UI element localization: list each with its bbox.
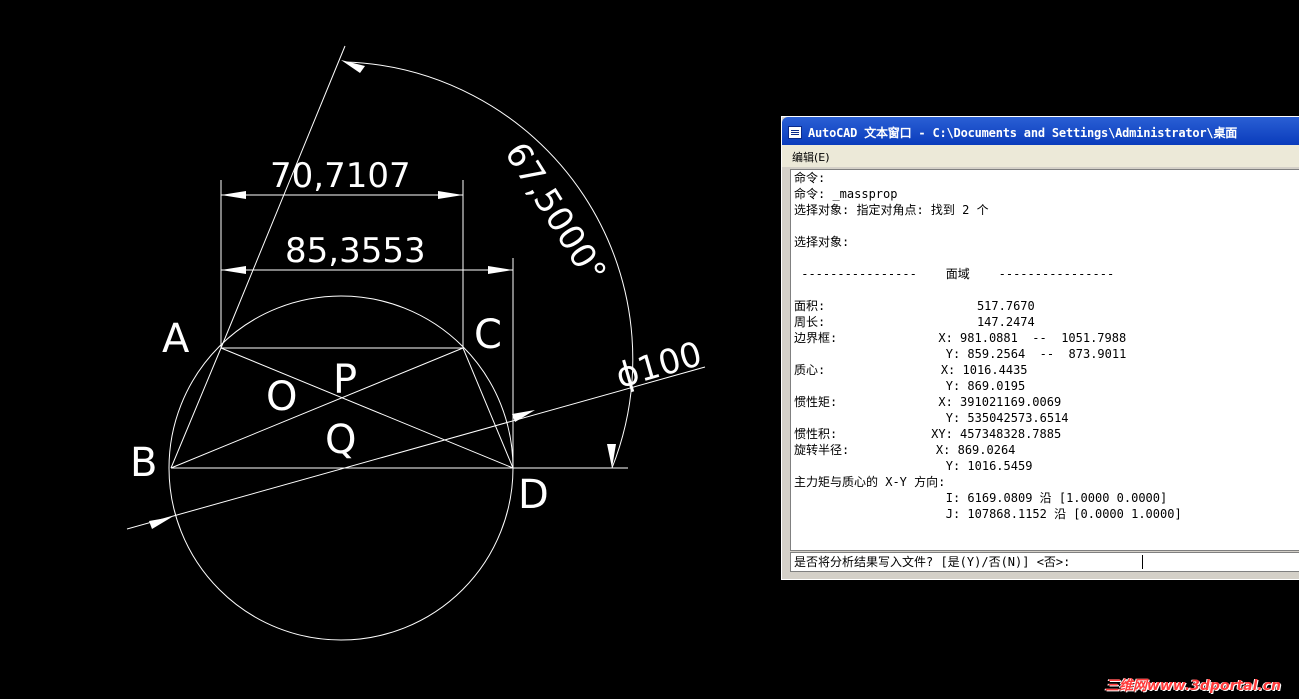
history-line: Y: 1016.5459 <box>794 459 1033 473</box>
diagonal-AD <box>220 347 514 469</box>
point-label-d: D <box>518 472 549 518</box>
point-label-b: B <box>130 440 157 486</box>
watermark: 三维网www.3dportal.cn <box>1104 678 1281 694</box>
window-menu-icon[interactable] <box>788 126 802 139</box>
point-label-a: A <box>162 316 190 362</box>
point-label-o: O <box>266 374 297 420</box>
geometry <box>126 45 706 641</box>
dim-text-top: 70,7107 <box>270 156 411 196</box>
history-line: 选择对象: <box>794 235 850 249</box>
command-line-input[interactable]: 是否将分析结果写入文件? [是(Y)/否(N)] <否>: <box>790 552 1299 572</box>
point-label-c: C <box>474 312 502 358</box>
arrowheads <box>149 60 616 529</box>
title-bar[interactable]: AutoCAD 文本窗口 - C:\Documents and Settings… <box>782 117 1299 145</box>
autocad-text-window[interactable]: AutoCAD 文本窗口 - C:\Documents and Settings… <box>781 116 1299 580</box>
menu-edit[interactable]: 编辑(E) <box>792 149 830 165</box>
history-line: 选择对象: 指定对角点: 找到 2 个 <box>794 203 989 217</box>
window-title: AutoCAD 文本窗口 - C:\Documents and Settings… <box>808 126 1238 140</box>
history-line: 主力矩与质心的 X-Y 方向: <box>794 475 946 489</box>
history-line: 惯性矩: X: 391021169.0069 <box>794 395 1062 409</box>
diameter-dim-line <box>126 366 706 530</box>
command-prompt: 是否将分析结果写入文件? [是(Y)/否(N)] <否>: <box>794 555 1078 569</box>
history-line: J: 107868.1152 沿 [0.0000 1.0000] <box>794 507 1182 521</box>
history-line: I: 6169.0809 沿 [1.0000 0.0000] <box>794 491 1168 505</box>
history-line: Y: 859.2564 -- 873.9011 <box>794 347 1127 361</box>
history-line: Y: 869.0195 <box>794 379 1026 393</box>
point-label-p: P <box>333 357 357 403</box>
dim-text-second: 85,3553 <box>285 231 426 271</box>
history-line: 边界框: X: 981.0881 -- 1051.7988 <box>794 331 1127 345</box>
text-caret <box>1142 555 1143 569</box>
history-line: 周长: 147.2474 <box>794 315 1035 329</box>
command-history[interactable]: 命令: 命令: _massprop 选择对象: 指定对角点: 找到 2 个选择对象:… <box>790 169 1299 551</box>
history-line: 惯性积: XY: 457348328.7885 <box>794 427 1062 441</box>
history-line: Y: 535042573.6514 <box>794 411 1069 425</box>
dim-text-diameter: ϕ100 <box>611 334 706 397</box>
menu-bar: 编辑(E) <box>782 145 1299 167</box>
history-line: 命令: <box>794 171 826 185</box>
history-line: 命令: _massprop <box>794 187 898 201</box>
history-line: 旋转半径: X: 869.0264 <box>794 443 1016 457</box>
diagonal-CB <box>170 347 464 469</box>
history-line: 质心: X: 1016.4435 <box>794 363 1028 377</box>
history-line: ---------------- 面域 ---------------- <box>794 267 1115 281</box>
point-label-q: Q <box>325 417 356 463</box>
history-line: 面积: 517.7670 <box>794 299 1035 313</box>
